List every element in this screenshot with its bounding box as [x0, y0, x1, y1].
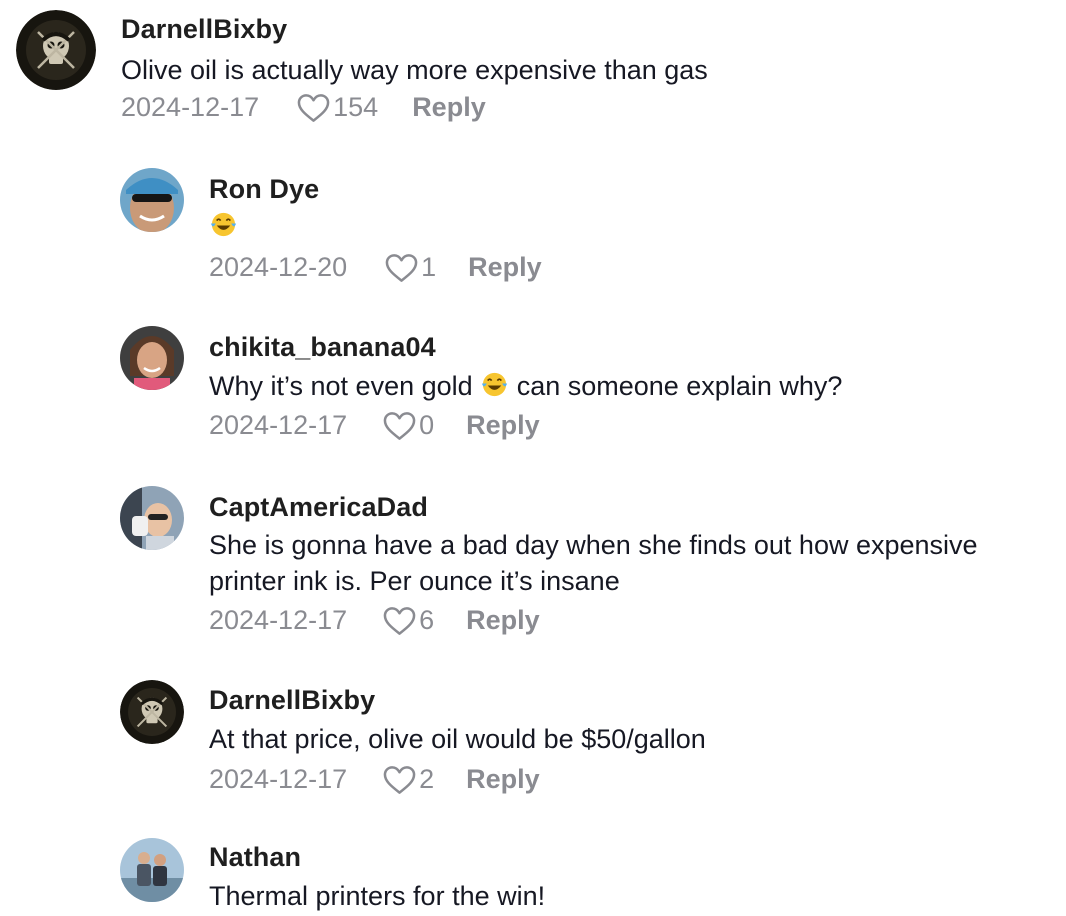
username[interactable]: DarnellBixby [209, 685, 375, 716]
like-button[interactable]: 154 [297, 92, 378, 123]
reply-comment: Nathan Thermal printers for the win! [0, 835, 1066, 916]
comment-meta: 2024-12-17 154 Reply [121, 92, 486, 123]
username[interactable]: CaptAmericaDad [209, 492, 428, 523]
reply-button[interactable]: Reply [466, 605, 540, 636]
reply-button[interactable]: Reply [412, 92, 486, 123]
username[interactable]: chikita_banana04 [209, 332, 436, 363]
comment-text: At that price, olive oil would be $50/ga… [209, 724, 706, 754]
comment-text: Olive oil is actually way more expensive… [121, 55, 708, 85]
man-selfie-icon [120, 486, 184, 550]
two-people-icon [120, 838, 184, 902]
comment-date: 2024-12-17 [121, 92, 260, 122]
comment-text [209, 208, 238, 244]
avatar[interactable] [120, 326, 184, 390]
reply-button[interactable]: Reply [466, 764, 540, 795]
tears-of-joy-emoji-icon [480, 370, 509, 399]
comment-date: 2024-12-17 [209, 764, 348, 794]
reply-comment: Ron Dye 2024-12-20 1 Reply [0, 160, 1066, 300]
comment-meta: 2024-12-17 6 Reply [209, 605, 540, 636]
like-count: 6 [419, 605, 435, 635]
comment-text: Why it’s not even gold can someone expla… [209, 368, 842, 404]
heart-icon [297, 93, 330, 123]
comment-date: 2024-12-20 [209, 252, 348, 282]
like-count: 154 [333, 92, 379, 122]
pirate-skull-icon [120, 680, 184, 744]
like-button[interactable]: 2 [383, 764, 434, 795]
avatar[interactable] [120, 168, 184, 232]
like-count: 2 [419, 764, 435, 794]
comment-date: 2024-12-17 [209, 605, 348, 635]
heart-icon [383, 765, 416, 795]
avatar[interactable] [16, 10, 96, 90]
pirate-skull-icon [16, 10, 96, 90]
heart-icon [383, 411, 416, 441]
reply-comment: DarnellBixby At that price, olive oil wo… [0, 675, 1066, 815]
reply-button[interactable]: Reply [468, 252, 542, 283]
reply-comment: chikita_banana04 Why it’s not even gold … [0, 320, 1066, 460]
avatar[interactable] [120, 680, 184, 744]
comment-text-part: can someone explain why? [516, 371, 843, 401]
comment-text-part: Why it’s not even gold [209, 371, 473, 401]
comment-text: She is gonna have a bad day when she fin… [209, 530, 978, 596]
reply-button[interactable]: Reply [466, 410, 540, 441]
avatar[interactable] [120, 486, 184, 550]
reply-comment: CaptAmericaDad She is gonna have a bad d… [0, 480, 1066, 660]
comment-text: Thermal printers for the win! [209, 881, 546, 911]
username[interactable]: Ron Dye [209, 174, 319, 205]
like-count: 0 [419, 410, 435, 440]
heart-icon [383, 606, 416, 636]
comment-meta: 2024-12-20 1 Reply [209, 252, 542, 283]
comment-meta: 2024-12-17 2 Reply [209, 764, 540, 795]
like-button[interactable]: 0 [383, 410, 434, 441]
username[interactable]: DarnellBixby [121, 14, 287, 45]
like-button[interactable]: 6 [383, 605, 434, 636]
man-sunglasses-icon [120, 168, 184, 232]
username[interactable]: Nathan [209, 842, 301, 873]
like-button[interactable]: 1 [385, 252, 436, 283]
woman-smiling-icon [120, 326, 184, 390]
comment-meta: 2024-12-17 0 Reply [209, 410, 540, 441]
avatar[interactable] [120, 838, 184, 902]
tears-of-joy-emoji-icon [209, 210, 238, 239]
like-count: 1 [421, 252, 437, 282]
heart-icon [385, 253, 418, 283]
comment: DarnellBixby Olive oil is actually way m… [0, 0, 1066, 140]
comment-date: 2024-12-17 [209, 410, 348, 440]
